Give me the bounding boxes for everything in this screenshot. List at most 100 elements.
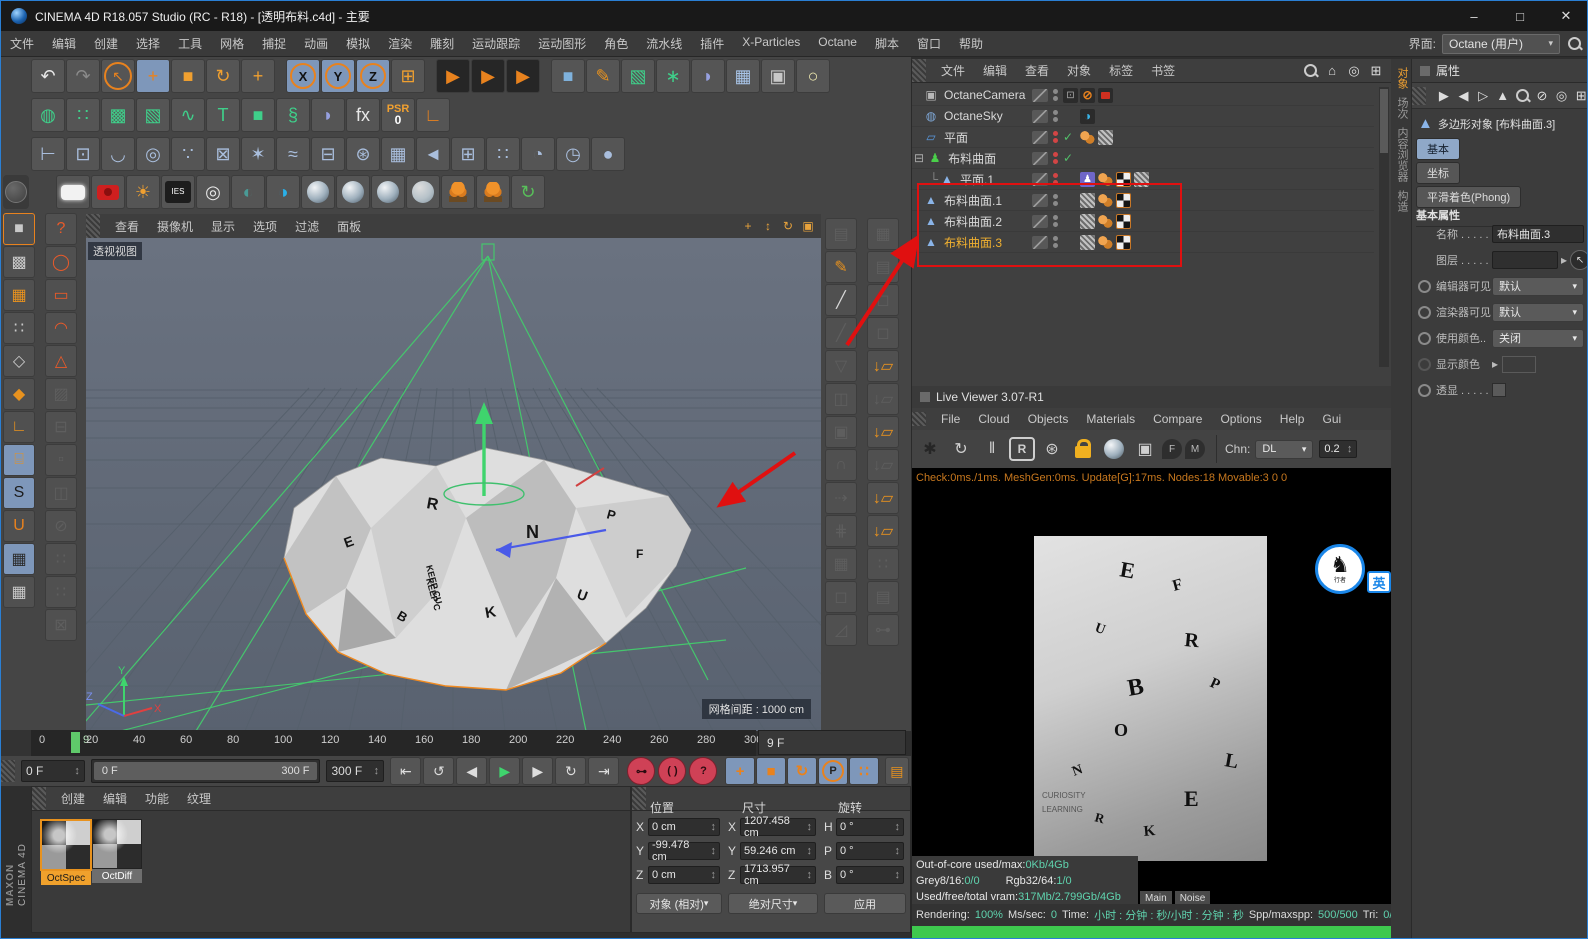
spinner-icon[interactable]: ↕ [711,869,717,881]
apply-button[interactable]: 应用 [824,893,906,914]
visibility-dots[interactable] [1052,109,1059,123]
octane-ies-light-button[interactable]: IES [161,175,195,209]
spread-tool-button[interactable]: ✶ [241,137,275,171]
channel-dropdown[interactable]: DL▾ [1255,440,1313,459]
attr-target-icon[interactable]: ◎ [1554,88,1570,104]
spinner-icon[interactable]: ↕ [807,869,813,881]
lv-menu-help[interactable]: Help [1271,412,1314,426]
model-mode-button[interactable]: ■ [3,213,35,245]
axis-mode-button[interactable]: ∟ [3,411,35,443]
line-cut-tool-button[interactable]: ╱ [825,317,857,349]
om-menu-书签[interactable]: 书签 [1142,62,1184,79]
material-item-octdiff[interactable]: OctDiff [92,819,142,883]
attr-add-icon[interactable]: ⊞ [1573,88,1588,104]
set-value-tool-button[interactable]: ∷ [867,548,899,580]
mesh-tool-b2-button[interactable]: ◻ [867,284,899,316]
add-light-button[interactable]: ○ [796,59,830,93]
viewport-menu-显示[interactable]: 显示 [202,218,244,235]
render-to-picture-viewer-button[interactable]: ▶ [471,59,505,93]
maximize-button[interactable]: □ [1497,1,1543,31]
octane-scatter-tree-2-button[interactable] [476,175,510,209]
material-thumbnail[interactable] [40,819,92,871]
panel-grip[interactable] [86,214,100,238]
close-button[interactable]: ✕ [1543,1,1588,31]
menu-脚本[interactable]: 脚本 [866,35,908,52]
lv-menu-cloud[interactable]: Cloud [969,412,1018,426]
mesh-tool-a2-button[interactable]: ◫ [825,383,857,415]
sphere-dots-tool-button[interactable]: ● [591,137,625,171]
coords-dropdown-position[interactable]: 对象 (相对) ▾ [636,893,722,914]
layer-slash-icon[interactable] [1032,215,1048,228]
octane-scatter-tree-1-button[interactable] [441,175,475,209]
current-state-to-object-button[interactable]: ∷ [66,98,100,132]
menu-动画[interactable]: 动画 [295,35,337,52]
add-cube-object-button[interactable]: ■ [551,59,585,93]
coords-field-rotation-h[interactable]: 0 °↕ [836,818,904,836]
pick-material-button[interactable]: M [1185,439,1205,459]
use-color-dropdown[interactable]: 关闭▾ [1492,329,1584,348]
python-tool-button[interactable]: ≈ [276,137,310,171]
spinner-icon[interactable]: ↕ [711,845,717,857]
mesh-tool-b3-button[interactable]: ◻ [867,317,899,349]
lock-x-axis-button[interactable]: X [286,59,320,93]
material-menu-编辑[interactable]: 编辑 [94,790,136,807]
material-sphere-1-button[interactable] [301,175,335,209]
dots-grid-2-button[interactable]: ∷ [45,576,77,608]
cube-line-tool-button[interactable]: ■ [241,98,275,132]
viewport-3d-view[interactable]: ERNPBKUFKEEP CUKEEP C Y X [86,238,821,731]
menu-x-particles[interactable]: X-Particles [733,35,809,52]
keyframe-panel-button[interactable]: ▤ [885,757,909,785]
matrix-extrude-tool-button[interactable]: ↓▱ [867,482,899,514]
cloth-tag-icon[interactable]: ♟ [1080,172,1095,187]
add-floor-button[interactable]: ▦ [726,59,760,93]
dolly-view-icon[interactable]: ↕ [759,217,777,235]
spinner-icon[interactable]: ↕ [711,821,717,833]
tex-tag-icon[interactable] [1134,172,1149,187]
visibility-dots[interactable] [1052,172,1059,186]
uv-tool-1-button[interactable]: ▨ [45,378,77,410]
start-frame-field[interactable]: 0 F↕ [21,760,85,782]
material-sphere-3-button[interactable] [371,175,405,209]
add-deformer-button[interactable]: ◗ [691,59,725,93]
side-tab-构造[interactable]: 构造 [1394,190,1410,212]
expand-arrow-icon[interactable]: ▸ [1492,357,1498,371]
current-frame-field[interactable]: 9 F [758,730,906,755]
live-selection-button[interactable]: ↖ [101,59,135,93]
uv-tool-3-button[interactable]: ▫ [45,444,77,476]
mat-tag-icon[interactable] [1098,172,1113,187]
arch-tool-button[interactable]: ∩ [825,449,857,481]
layer-slash-icon[interactable] [1032,152,1048,165]
menu-角色[interactable]: 角色 [595,35,637,52]
lock-resolution-button[interactable] [1069,435,1097,463]
enabled-check-icon[interactable]: ✓ [1063,151,1073,165]
octane-logo-button[interactable]: ✱ [916,435,944,463]
stitch-tool-button[interactable]: ⊶ [867,614,899,646]
axis-workplane-button[interactable]: ∟ [416,98,450,132]
extrude-plane-tool-button[interactable]: ↓▱ [867,350,899,382]
spinner-icon[interactable]: ↕ [895,821,901,833]
mesh-tool-a3-button[interactable]: ▣ [825,416,857,448]
polygon-selection-button[interactable]: △ [45,345,77,377]
cam-tag-icon[interactable] [1098,88,1113,103]
spinner-icon[interactable]: ↕ [807,821,813,833]
knife-tool-button[interactable]: ╱ [825,284,857,316]
dice-tool-button[interactable]: ⊠ [206,137,240,171]
lock-z-axis-button[interactable]: Z [356,59,390,93]
coords-field-position-z[interactable]: 0 cm↕ [648,866,720,884]
object-row-布料曲面-1[interactable]: ▲布料曲面.1 [912,190,1374,211]
panel-grip[interactable] [912,412,926,426]
grid-tool-button[interactable]: ▦ [825,548,857,580]
viewport-menu-查看[interactable]: 查看 [106,218,148,235]
om-menu-编辑[interactable]: 编辑 [974,62,1016,79]
menu-网格[interactable]: 网格 [211,35,253,52]
rotate-workplane-button[interactable]: ▦ [3,576,35,608]
circle-selection-button[interactable]: ◯ [45,246,77,278]
attr-lock-icon[interactable]: ⊘ [1534,88,1550,104]
lv-menu-materials[interactable]: Materials [1077,412,1144,426]
dots-grid-1-button[interactable]: ∷ [45,543,77,575]
octane-camera-button[interactable] [91,175,125,209]
material-menu-创建[interactable]: 创建 [52,790,94,807]
cup-tool-button[interactable]: ◡ [101,137,135,171]
pick-layer-button[interactable]: ↖ [1570,250,1588,270]
coordinate-system-button[interactable]: ⊞ [391,59,425,93]
